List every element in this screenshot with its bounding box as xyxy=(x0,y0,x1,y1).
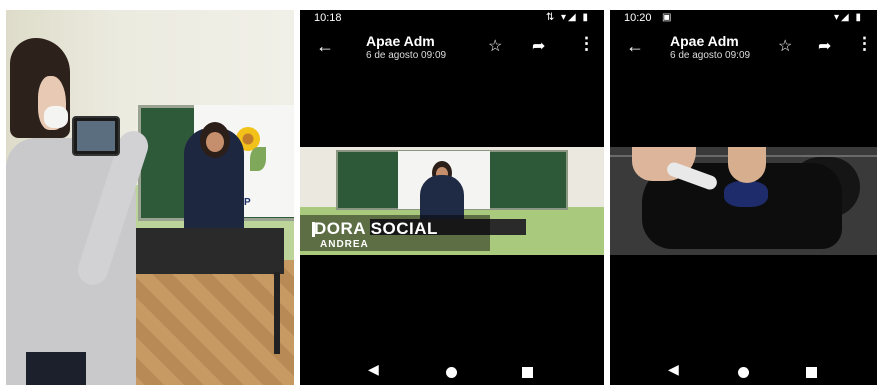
star-icon[interactable]: ☆ xyxy=(778,36,792,56)
notification-icon: ▣ xyxy=(662,12,672,23)
post-date: 6 de agosto 09:09 xyxy=(366,50,447,61)
nav-home-icon[interactable] xyxy=(738,367,749,378)
status-icons: ▾◢ ▮ xyxy=(834,12,863,23)
back-arrow-icon[interactable]: ← xyxy=(316,36,334,57)
nav-recent-apps-icon[interactable] xyxy=(806,367,817,378)
nav-home-icon[interactable] xyxy=(446,367,457,378)
tablet-device xyxy=(72,116,120,156)
android-nav-bar: ◀ xyxy=(300,357,604,385)
status-time: 10:18 xyxy=(314,12,342,24)
phone-screen-1: 10:18 ⇅ ▾◢ ▮ ← Apae Adm 6 de agosto 09:0… xyxy=(300,10,604,385)
app-bar: ← Apae Adm 6 de agosto 09:09 ☆ ➦ ⋮ xyxy=(610,28,877,68)
leaf-logo-icon xyxy=(250,147,266,171)
more-options-icon[interactable]: ⋮ xyxy=(578,34,595,54)
page-title: Apae Adm xyxy=(670,33,739,49)
nav-back-icon[interactable]: ◀ xyxy=(668,361,679,378)
status-bar: 10:20 ▣ ▾◢ ▮ xyxy=(610,10,877,28)
status-bar: 10:18 ⇅ ▾◢ ▮ xyxy=(300,10,604,28)
share-icon[interactable]: ➦ xyxy=(532,36,545,56)
status-time: 10:20 xyxy=(624,12,652,24)
android-nav-bar: ◀ xyxy=(610,357,877,385)
phone-screen-2: 10:20 ▣ ▾◢ ▮ ← Apae Adm 6 de agosto 09:0… xyxy=(610,10,877,385)
filming-woman-legs xyxy=(26,352,86,385)
table xyxy=(124,228,284,274)
face-mask xyxy=(44,106,68,128)
tablet-screen xyxy=(77,121,115,151)
status-icons: ⇅ ▾◢ ▮ xyxy=(545,12,590,23)
post-date: 6 de agosto 09:09 xyxy=(670,50,751,61)
share-icon[interactable]: ➦ xyxy=(818,36,831,56)
video-player[interactable]: DORA SOCIAL ANDREA xyxy=(300,147,604,255)
nav-recent-apps-icon[interactable] xyxy=(522,367,533,378)
blue-cloth xyxy=(724,181,768,207)
classroom-photo: AE RI-SP xyxy=(6,10,294,385)
video-player[interactable] xyxy=(610,147,877,255)
star-icon[interactable]: ☆ xyxy=(488,36,502,56)
page-title: Apae Adm xyxy=(366,33,435,49)
video-caption: DORA SOCIAL xyxy=(314,219,438,238)
presenter-face xyxy=(206,132,224,152)
table-leg xyxy=(274,272,280,354)
nav-back-icon[interactable]: ◀ xyxy=(368,361,379,378)
back-arrow-icon[interactable]: ← xyxy=(626,36,644,57)
video-caption-name: ANDREA xyxy=(320,239,369,250)
app-bar: ← Apae Adm 6 de agosto 09:09 ☆ ➦ ⋮ xyxy=(300,28,604,68)
more-options-icon[interactable]: ⋮ xyxy=(856,34,873,54)
